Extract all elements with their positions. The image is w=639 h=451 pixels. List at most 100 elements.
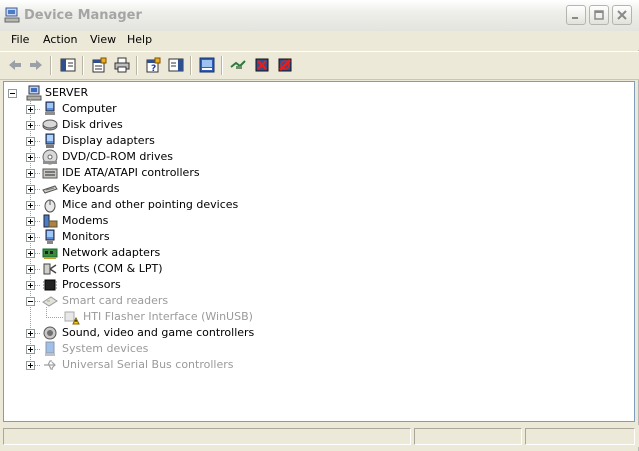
tree-category-row[interactable]: Smart card readers <box>26 293 426 309</box>
show-hide-action-pane-icon <box>168 58 184 72</box>
tree-category-row[interactable]: System devices <box>26 341 426 357</box>
tree-item-label: Keyboards <box>62 182 120 195</box>
window-title: Device Manager <box>24 8 142 23</box>
expand-toggle[interactable] <box>26 121 35 130</box>
expand-toggle[interactable] <box>26 137 35 146</box>
scan-hardware-button[interactable] <box>197 56 217 75</box>
display-adapter-icon <box>42 133 58 149</box>
tree-guide-connector <box>35 349 40 350</box>
tree-category-row[interactable]: Mice and other pointing devices <box>26 197 426 213</box>
tree-category-row[interactable]: Display adapters <box>26 133 426 149</box>
expand-toggle[interactable] <box>26 169 35 178</box>
expand-toggle[interactable] <box>26 217 35 226</box>
disable-button[interactable] <box>275 56 295 75</box>
tree-category-row[interactable]: Ports (COM & LPT) <box>26 261 426 277</box>
back-icon <box>9 60 21 70</box>
tree-guide-connector <box>46 317 64 318</box>
menu-help[interactable]: Help <box>127 33 152 46</box>
processor-icon <box>42 277 58 293</box>
tree-guide-connector <box>35 109 40 110</box>
expand-toggle[interactable] <box>26 281 35 290</box>
tree-guide-connector <box>35 301 40 302</box>
print-button[interactable] <box>112 56 132 75</box>
close-button[interactable] <box>612 5 632 25</box>
keyboard-icon <box>42 181 58 197</box>
properties-button[interactable] <box>89 56 109 75</box>
mouse-icon <box>42 197 58 213</box>
expand-toggle[interactable] <box>26 329 35 338</box>
tree-item-label: DVD/CD-ROM drives <box>62 150 173 163</box>
menu-view[interactable]: View <box>90 33 116 46</box>
title-bar[interactable]: Device Manager <box>0 0 639 32</box>
toolbar-separator <box>221 56 223 75</box>
collapse-toggle[interactable] <box>26 297 35 306</box>
tree-root-row[interactable]: SERVER <box>8 85 208 101</box>
back-button[interactable] <box>5 56 25 75</box>
cdrom-icon <box>42 149 58 165</box>
show-hide-tree-button[interactable] <box>58 56 78 75</box>
forward-icon <box>30 60 42 70</box>
forward-button[interactable] <box>26 56 46 75</box>
menu-file[interactable]: File <box>11 33 29 46</box>
expand-toggle[interactable] <box>26 345 35 354</box>
svg-text:?: ? <box>151 64 156 73</box>
modem-icon <box>42 213 58 229</box>
tree-guide-connector <box>35 269 40 270</box>
sound-icon <box>42 325 58 341</box>
tree-category-row[interactable]: Disk drives <box>26 117 426 133</box>
tree-category-row[interactable]: Processors <box>26 277 426 293</box>
tree-guide-connector <box>35 205 40 206</box>
tree-device-row[interactable]: HTI Flasher Interface (WinUSB) <box>42 309 442 325</box>
tree-guide-connector <box>35 237 40 238</box>
tree-category-row[interactable]: Keyboards <box>26 181 426 197</box>
expand-toggle[interactable] <box>26 201 35 210</box>
toolbar-separator <box>50 56 52 75</box>
menu-action[interactable]: Action <box>43 33 77 46</box>
tree-root-label: SERVER <box>45 86 89 99</box>
status-pane-2 <box>414 428 522 445</box>
status-pane-3 <box>525 428 635 445</box>
help-button[interactable]: ? <box>143 56 163 75</box>
expand-toggle[interactable] <box>26 233 35 242</box>
expand-toggle[interactable] <box>26 361 35 370</box>
print-icon <box>114 57 130 73</box>
tree-category-row[interactable]: Sound, video and game controllers <box>26 325 426 341</box>
tree-item-label: HTI Flasher Interface (WinUSB) <box>83 310 253 323</box>
network-adapter-icon <box>42 245 58 261</box>
tree-guide-connector <box>35 157 40 158</box>
tree-guide-connector <box>35 333 40 334</box>
ide-controller-icon <box>42 165 58 181</box>
tree-guide-connector <box>35 221 40 222</box>
collapse-toggle[interactable] <box>8 89 17 98</box>
maximize-button[interactable] <box>589 5 609 25</box>
tree-category-row[interactable]: Monitors <box>26 229 426 245</box>
port-icon <box>42 261 58 277</box>
tree-category-row[interactable]: Modems <box>26 213 426 229</box>
tree-category-row[interactable]: Network adapters <box>26 245 426 261</box>
tree-item-label: Sound, video and game controllers <box>62 326 255 339</box>
device-tree[interactable]: SERVER Computer Disk drives Display adapte… <box>3 81 635 422</box>
update-driver-icon <box>230 60 246 69</box>
tree-item-label: System devices <box>62 342 149 355</box>
update-driver-button[interactable] <box>228 56 248 75</box>
tree-item-label: Modems <box>62 214 109 227</box>
show-hide-action-pane-button[interactable] <box>166 56 186 75</box>
menu-bar: File Action View Help <box>0 31 639 50</box>
tree-category-row[interactable]: DVD/CD-ROM drives <box>26 149 426 165</box>
tree-guide-connector <box>35 365 40 366</box>
tree-item-label: Universal Serial Bus controllers <box>62 358 234 371</box>
expand-toggle[interactable] <box>26 153 35 162</box>
uninstall-button[interactable] <box>252 56 272 75</box>
tree-item-label: Display adapters <box>62 134 155 147</box>
tree-guide-connector <box>35 253 40 254</box>
expand-toggle[interactable] <box>26 265 35 274</box>
expand-toggle[interactable] <box>26 105 35 114</box>
minimize-button[interactable] <box>566 5 586 25</box>
tree-guide-connector <box>35 141 40 142</box>
expand-toggle[interactable] <box>26 249 35 258</box>
expand-toggle[interactable] <box>26 185 35 194</box>
tree-item-label: Ports (COM & LPT) <box>62 262 163 275</box>
tree-category-row[interactable]: Universal Serial Bus controllers <box>26 357 426 373</box>
tree-category-row[interactable]: IDE ATA/ATAPI controllers <box>26 165 426 181</box>
tree-category-row[interactable]: Computer <box>26 101 426 117</box>
